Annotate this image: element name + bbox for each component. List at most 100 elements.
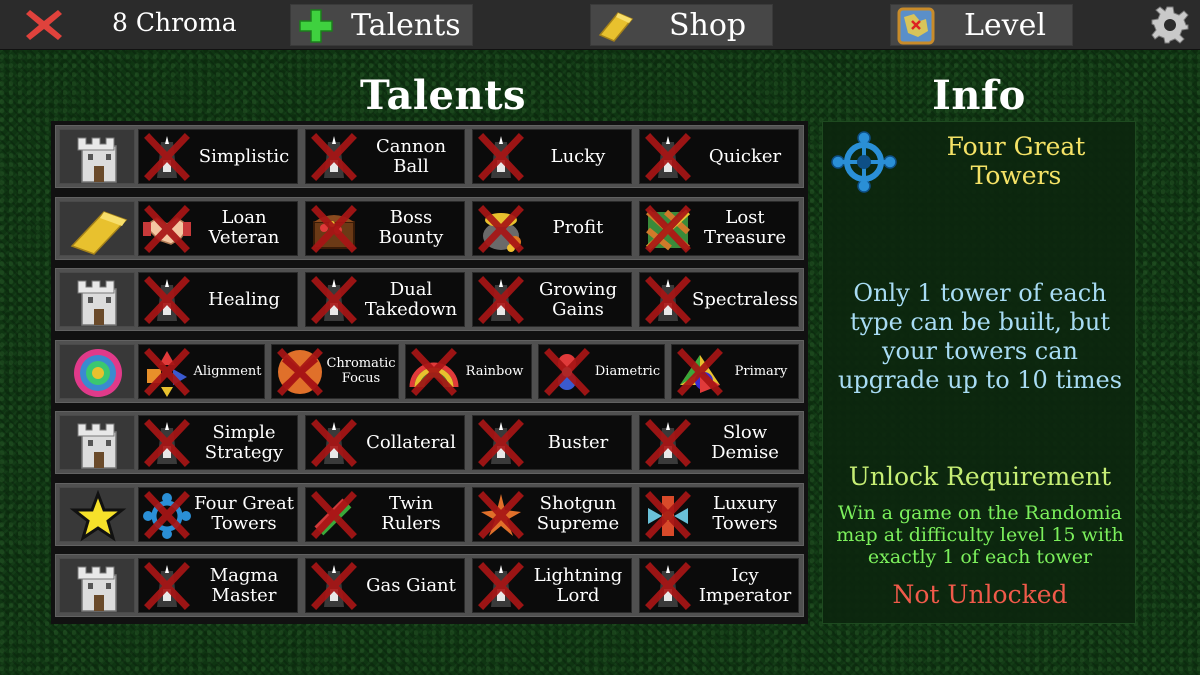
- talent-alignment[interactable]: Alignment: [138, 343, 265, 399]
- castle-icon: [59, 558, 135, 613]
- talent-lucky[interactable]: Lucky: [472, 129, 632, 184]
- gold-bar-icon: [59, 200, 135, 256]
- talent-label: Chromatic Focus: [326, 356, 396, 386]
- primary-icon: [674, 347, 726, 397]
- talent-lost-treasure[interactable]: Lost Treasure: [639, 200, 799, 256]
- star-icon: [59, 486, 135, 542]
- talent-label: Slow Demise: [711, 421, 779, 463]
- talent-quicker[interactable]: Quicker: [639, 129, 799, 184]
- talent-label: Collateral: [366, 431, 456, 453]
- talent-gas-giant[interactable]: Gas Giant: [305, 558, 465, 613]
- orb-icon: [274, 347, 326, 397]
- talent-loan-veteran[interactable]: Loan Veteran: [138, 200, 298, 256]
- talent-label: Gas Giant: [366, 574, 456, 596]
- rainbow-icon: [408, 347, 460, 397]
- diametric-icon: [541, 347, 593, 397]
- talent-label: Luxury Towers: [712, 493, 778, 534]
- talent-lightning-lord[interactable]: Lightning Lord: [472, 558, 632, 613]
- tower-icon: [475, 132, 527, 182]
- talent-label: Shotgun Supreme: [536, 493, 620, 534]
- talent-label: Primary: [734, 363, 788, 379]
- plus-icon: [299, 9, 333, 43]
- unlock-status: Not Unlocked: [892, 580, 1068, 609]
- talents-button[interactable]: Talents: [290, 4, 473, 46]
- talent-description: Only 1 tower of each type can be built, …: [837, 279, 1123, 394]
- gold-bar-icon: [598, 12, 634, 42]
- talent-simple-strategy[interactable]: Simple Strategy: [138, 415, 298, 470]
- tower-icon: [642, 561, 694, 611]
- talent-row: Healing Dual Takedown Growing Gains Spectra…: [55, 268, 804, 331]
- unlock-requirement-title: Unlock Requirement: [848, 462, 1112, 491]
- talent-buster[interactable]: Buster: [472, 415, 632, 470]
- treasure-chest-icon: [308, 204, 360, 254]
- talent-icy-imperator[interactable]: Icy Imperator: [639, 558, 799, 613]
- tower-icon: [642, 275, 694, 325]
- talent-label: Lost Treasure: [703, 207, 787, 248]
- level-button[interactable]: Level: [890, 4, 1073, 46]
- talent-diametric[interactable]: Diametric: [538, 343, 665, 399]
- talent-label: Twin Rulers: [381, 493, 441, 534]
- talent-dual-takedown[interactable]: Dual Takedown: [305, 272, 465, 327]
- talent-label: Rainbow: [465, 363, 524, 379]
- talent-profit[interactable]: Profit: [472, 200, 632, 256]
- talent-rainbow[interactable]: Rainbow: [405, 343, 532, 399]
- talent-row: Alignment Chromatic Focus Rainbow Diametric…: [55, 339, 804, 403]
- talent-healing[interactable]: Healing: [138, 272, 298, 327]
- talent-label: Simple Strategy: [204, 421, 284, 463]
- talent-four-great-towers[interactable]: Four Great Towers: [138, 486, 298, 542]
- talent-row: Simple Strategy Collateral Buster Slow Demi…: [55, 411, 804, 474]
- talent-boss-bounty[interactable]: Boss Bounty: [305, 200, 465, 256]
- tower-icon: [141, 561, 193, 611]
- talent-label: Simplistic: [198, 145, 290, 167]
- talent-shotgun-supreme[interactable]: Shotgun Supreme: [472, 486, 632, 542]
- info-heading: Info: [932, 72, 1026, 119]
- talent-primary[interactable]: Primary: [671, 343, 799, 399]
- talent-cannon-ball[interactable]: Cannon Ball: [305, 129, 465, 184]
- talent-label: Spectraless: [691, 288, 799, 310]
- shop-button-label: Shop: [669, 8, 747, 43]
- talent-label: Dual Takedown: [364, 278, 458, 320]
- talents-heading: Talents: [360, 72, 527, 119]
- talent-chromatic-focus[interactable]: Chromatic Focus: [271, 343, 399, 399]
- talent-label: Four Great Towers: [194, 493, 294, 534]
- talent-row: Simplistic Cannon Ball Lucky Quicker: [55, 125, 804, 188]
- talent-grid: Simplistic Cannon Ball Lucky Quicker Loan Ve…: [51, 121, 808, 624]
- talent-row: Magma Master Gas Giant Lightning Lord Icy I…: [55, 554, 804, 617]
- talent-label: Profit: [552, 217, 604, 238]
- talent-luxury-towers[interactable]: Luxury Towers: [639, 486, 799, 542]
- map-icon: [897, 7, 935, 45]
- shapes-icon: [141, 347, 193, 397]
- talent-label: Alignment: [193, 363, 262, 379]
- talent-twin-rulers[interactable]: Twin Rulers: [305, 486, 465, 542]
- close-button[interactable]: [22, 6, 66, 44]
- close-icon: [26, 10, 62, 40]
- talent-label: Healing: [208, 288, 280, 310]
- talent-growing-gains[interactable]: Growing Gains: [472, 272, 632, 327]
- tower-icon: [642, 418, 694, 468]
- castle-icon: [59, 129, 135, 184]
- talent-label: Diametric: [594, 363, 661, 379]
- unlock-requirement-text: Win a game on the Randomia map at diffic…: [836, 502, 1124, 568]
- handshake-icon: [141, 204, 193, 254]
- talent-magma-master[interactable]: Magma Master: [138, 558, 298, 613]
- info-panel: Four Great Towers Only 1 tower of each t…: [822, 121, 1136, 624]
- talent-collateral[interactable]: Collateral: [305, 415, 465, 470]
- talent-label: Lucky: [550, 145, 606, 167]
- tower-icon: [308, 418, 360, 468]
- tower-icon: [642, 132, 694, 182]
- tower-icon: [475, 275, 527, 325]
- talent-spectraless[interactable]: Spectraless: [639, 272, 799, 327]
- talent-label: Growing Gains: [538, 278, 618, 320]
- talent-simplistic[interactable]: Simplistic: [138, 129, 298, 184]
- top-bar: 8 Chroma Talents Shop Level: [0, 0, 1200, 50]
- settings-button[interactable]: [1150, 5, 1190, 45]
- talent-row: Four Great Towers Twin Rulers Shotgun Supr…: [55, 482, 804, 546]
- level-button-label: Level: [964, 8, 1046, 43]
- shop-button[interactable]: Shop: [590, 4, 773, 46]
- selected-talent-name: Four Great Towers: [946, 132, 1086, 190]
- castle-icon: [59, 415, 135, 470]
- talent-slow-demise[interactable]: Slow Demise: [639, 415, 799, 470]
- talent-label: Boss Bounty: [378, 207, 444, 248]
- tower-icon: [308, 132, 360, 182]
- talent-label: Cannon Ball: [375, 135, 447, 177]
